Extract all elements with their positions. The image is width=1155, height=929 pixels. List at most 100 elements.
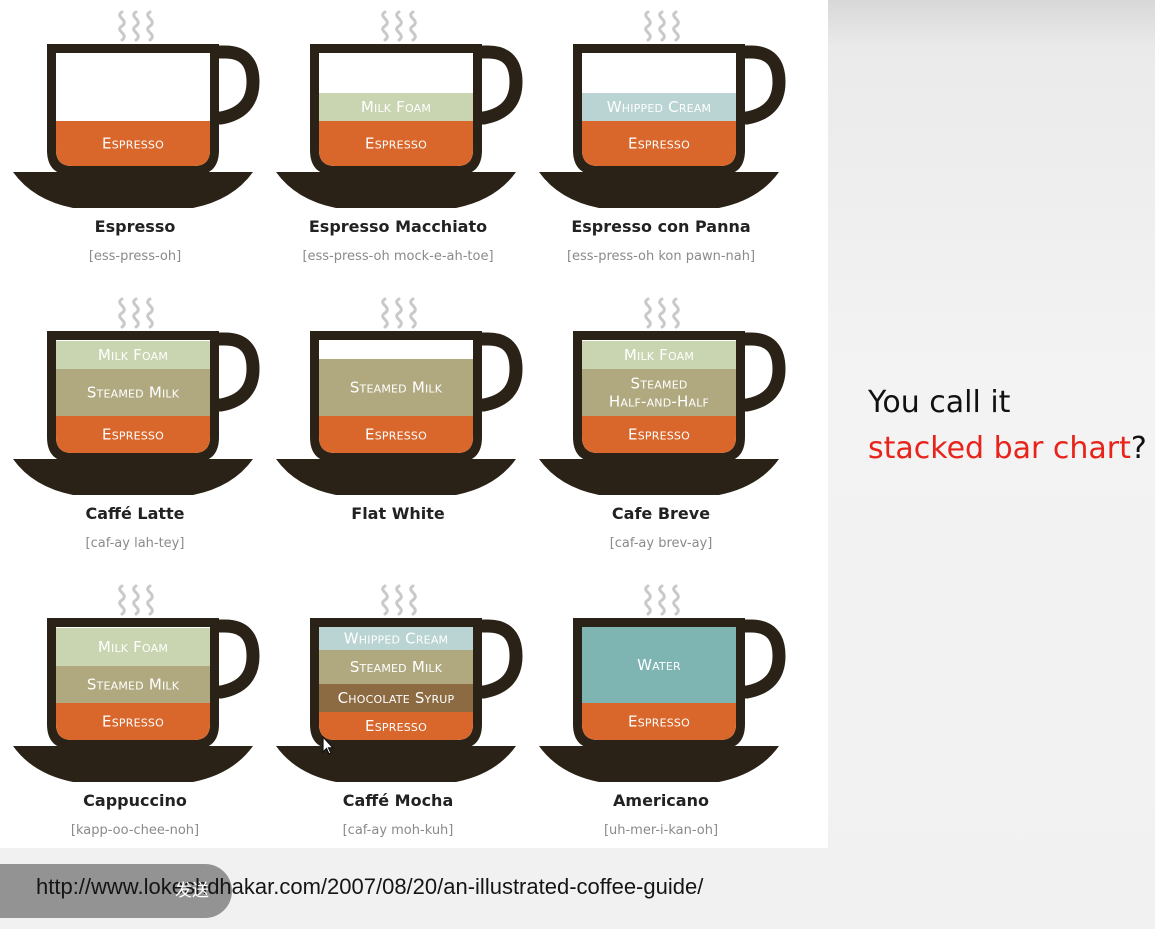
layer-label: Whipped Cream [607, 98, 712, 116]
saucer [539, 459, 779, 495]
steam-icon [395, 584, 403, 616]
steam-icon [644, 584, 652, 616]
layer-label: Chocolate Syrup [338, 689, 455, 707]
layer-label: Steamed Milk [87, 676, 180, 694]
cup-layers: Espresso SteamedHalf-and-Half Milk Foam [582, 341, 736, 453]
layer-label: Steamed Milk [350, 379, 443, 397]
layer-label: Milk Foam [98, 638, 168, 656]
mouse-cursor-icon [322, 736, 335, 755]
send-button-label[interactable]: 发送 [175, 876, 209, 901]
caption-suffix: ? [1130, 431, 1147, 466]
layer-label: Espresso [628, 135, 690, 153]
steam-icon [672, 10, 680, 42]
steam-icon [132, 297, 140, 329]
cup-espresso-macchiato: Espresso Milk Foam Espresso Macchiato [ess-… [276, 10, 523, 264]
drink-name: Espresso [95, 217, 176, 236]
saucer [539, 746, 779, 782]
layer-label: Espresso [365, 135, 427, 153]
cup-layers: Espresso Steamed Milk Milk Foam [56, 628, 210, 740]
steam-icon [409, 584, 417, 616]
drink-name: Cafe Breve [612, 504, 710, 523]
cup-layers: Espresso Steamed Milk Milk Foam [56, 341, 210, 453]
steam-icon [672, 297, 680, 329]
cup-espresso: Espresso Espresso [ess-press-oh] [13, 10, 260, 264]
steam-icon [118, 584, 126, 616]
steam-icon [381, 10, 389, 42]
layer-label: Milk Foam [624, 346, 694, 364]
steam-icon [409, 297, 417, 329]
steam-icon [672, 584, 680, 616]
cup-layers: Espresso Whipped Cream [582, 93, 736, 166]
layer-label: Whipped Cream [344, 630, 449, 648]
cup-layers: Espresso Milk Foam [319, 93, 473, 166]
steam-icon [146, 584, 154, 616]
caption-line-1: You call it [868, 385, 1011, 420]
cup-caff-mocha: Espresso Chocolate Syrup Steamed Milk Whipp… [276, 584, 523, 838]
steam-icon [658, 297, 666, 329]
drink-pronunciation: [kapp-oo-chee-noh] [71, 823, 199, 838]
layer-label: Milk Foam [361, 98, 431, 116]
caption-accent: stacked bar chart [868, 431, 1131, 466]
drink-name: Espresso Macchiato [309, 217, 487, 236]
drink-name: Caffé Latte [85, 504, 184, 523]
steam-icon [146, 297, 154, 329]
saucer [276, 746, 516, 782]
layer-label: Steamed Milk [350, 658, 443, 676]
layer-label: Steamed [630, 375, 687, 393]
slide-caption: You call it stacked bar chart? [868, 380, 1153, 472]
cup-americano: Espresso Water Americano [uh-mer-i-kan-oh] [539, 584, 786, 838]
steam-icon [118, 10, 126, 42]
cup-layers: Espresso [56, 121, 210, 166]
layer-label: Steamed Milk [87, 384, 180, 402]
source-url[interactable]: http://www.lokeshdhakar.com/2007/08/20/a… [36, 872, 796, 902]
coffee-guide-panel: Espresso Espresso [ess-press-oh] Espresso Mi… [0, 0, 828, 848]
layer-label: Espresso [102, 426, 164, 444]
layer-label: Espresso [102, 713, 164, 731]
drink-pronunciation: [ess-press-oh] [89, 249, 181, 264]
steam-icon [644, 297, 652, 329]
saucer [13, 746, 253, 782]
layer-label: Water [637, 656, 681, 674]
caption-line-2: stacked bar chart? [868, 426, 1153, 472]
layer-label: Milk Foam [98, 346, 168, 364]
saucer [276, 172, 516, 208]
steam-icon [395, 297, 403, 329]
cup-cafe-breve: Espresso SteamedHalf-and-Half Milk Foam Caf… [539, 297, 786, 551]
drink-name: Cappuccino [83, 791, 187, 810]
drink-pronunciation: [caf-ay brev-ay] [610, 536, 713, 551]
steam-icon [409, 10, 417, 42]
steam-icon [395, 10, 403, 42]
saucer [539, 172, 779, 208]
saucer [13, 459, 253, 495]
steam-icon [658, 584, 666, 616]
layer-label: Espresso [102, 135, 164, 153]
cup-espresso-con-panna: Espresso Whipped Cream Espresso con Panna [… [539, 10, 786, 264]
steam-icon [381, 297, 389, 329]
saucer [13, 172, 253, 208]
drink-name: Espresso con Panna [571, 217, 750, 236]
cup-flat-white: Espresso Steamed Milk Flat White [276, 297, 523, 523]
layer-label: Espresso [628, 713, 690, 731]
steam-icon [658, 10, 666, 42]
steam-icon [132, 584, 140, 616]
cup-layers: Espresso Steamed Milk [319, 359, 473, 453]
layer-label: Espresso [365, 426, 427, 444]
steam-icon [644, 10, 652, 42]
drink-name: Americano [613, 791, 709, 810]
drink-pronunciation: [ess-press-oh kon pawn-nah] [567, 249, 755, 264]
coffee-guide-diagram: Espresso Espresso [ess-press-oh] Espresso Mi… [13, 10, 786, 838]
layer-label: Half-and-Half [609, 393, 709, 411]
drink-pronunciation: [uh-mer-i-kan-oh] [604, 823, 718, 838]
cup-layers: Espresso Chocolate Syrup Steamed Milk Whipp… [319, 627, 473, 740]
drink-pronunciation: [caf-ay lah-tey] [86, 536, 185, 551]
cup-cappuccino: Espresso Steamed Milk Milk Foam Cappuccino [… [13, 584, 260, 838]
drink-pronunciation: [ess-press-oh mock-e-ah-toe] [302, 249, 493, 264]
saucer [276, 459, 516, 495]
steam-icon [118, 297, 126, 329]
layer-label: Espresso [628, 426, 690, 444]
steam-icon [132, 10, 140, 42]
drink-pronunciation: [caf-ay moh-kuh] [343, 823, 454, 838]
steam-icon [381, 584, 389, 616]
drink-name: Caffé Mocha [343, 791, 454, 810]
drink-name: Flat White [351, 504, 445, 523]
